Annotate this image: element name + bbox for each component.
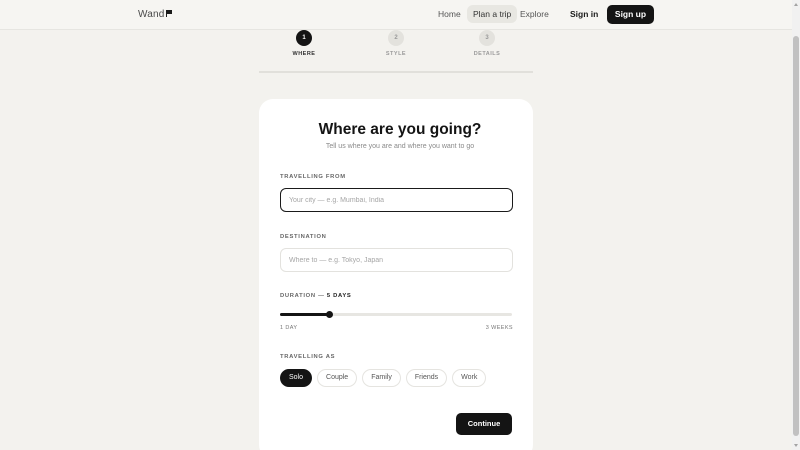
top-nav: Wand Home Plan a trip Explore Sign in Si… <box>0 0 792 30</box>
step-label: WHERE <box>292 51 316 57</box>
scroll-down-icon[interactable] <box>794 444 798 447</box>
sign-in-link[interactable]: Sign in <box>570 9 598 19</box>
duration-slider[interactable] <box>280 311 512 318</box>
step-details: 3 DETAILS <box>457 30 517 57</box>
duration-value: 5 DAYS <box>326 293 352 299</box>
page-title: Where are you going? <box>318 121 482 138</box>
scroll-up-icon[interactable] <box>794 3 798 6</box>
logo[interactable]: Wand <box>138 9 172 20</box>
travel-options: Solo Couple Family Friends Work <box>280 369 487 387</box>
continue-button[interactable]: Continue <box>456 413 512 435</box>
step-label: STYLE <box>385 51 407 57</box>
nav-link-home[interactable]: Home <box>432 5 467 23</box>
option-friends[interactable]: Friends <box>405 369 448 387</box>
slider-min-label: 1 DAY <box>280 325 298 331</box>
duration-label: DURATION — 5 DAYS <box>280 293 352 299</box>
option-work[interactable]: Work <box>452 369 487 387</box>
destination-label: DESTINATION <box>280 234 327 240</box>
page-subtitle: Tell us where you are and where you want… <box>325 143 475 150</box>
page-scrollbar[interactable] <box>792 0 800 450</box>
trip-form-card <box>259 99 533 450</box>
step-where: 1 WHERE <box>274 30 334 57</box>
step-style: 2 STYLE <box>366 30 426 57</box>
slider-handle[interactable] <box>325 311 333 318</box>
nav-link-plan-a-trip[interactable]: Plan a trip <box>467 5 518 23</box>
step-label: DETAILS <box>473 51 501 57</box>
slider-max-label: 3 WEEKS <box>485 325 513 331</box>
travelling-from-input[interactable] <box>280 188 513 212</box>
slider-fill <box>280 313 329 316</box>
step-number: 2 <box>388 30 404 46</box>
flag-icon <box>165 10 172 17</box>
sign-up-button[interactable]: Sign up <box>607 5 654 24</box>
option-solo[interactable]: Solo <box>280 369 313 387</box>
nav-link-explore[interactable]: Explore <box>514 5 555 23</box>
travelling-as-label: TRAVELLING AS <box>280 354 336 360</box>
destination-input[interactable] <box>280 248 513 272</box>
option-couple[interactable]: Couple <box>317 369 358 387</box>
stepper-divider <box>259 71 533 73</box>
logo-text: Wand <box>138 9 165 20</box>
step-number: 3 <box>479 30 495 46</box>
from-label: TRAVELLING FROM <box>280 174 346 180</box>
scroll-thumb[interactable] <box>793 36 799 436</box>
duration-label-text: DURATION — <box>280 293 327 299</box>
step-number: 1 <box>296 30 312 46</box>
option-family[interactable]: Family <box>362 369 401 387</box>
